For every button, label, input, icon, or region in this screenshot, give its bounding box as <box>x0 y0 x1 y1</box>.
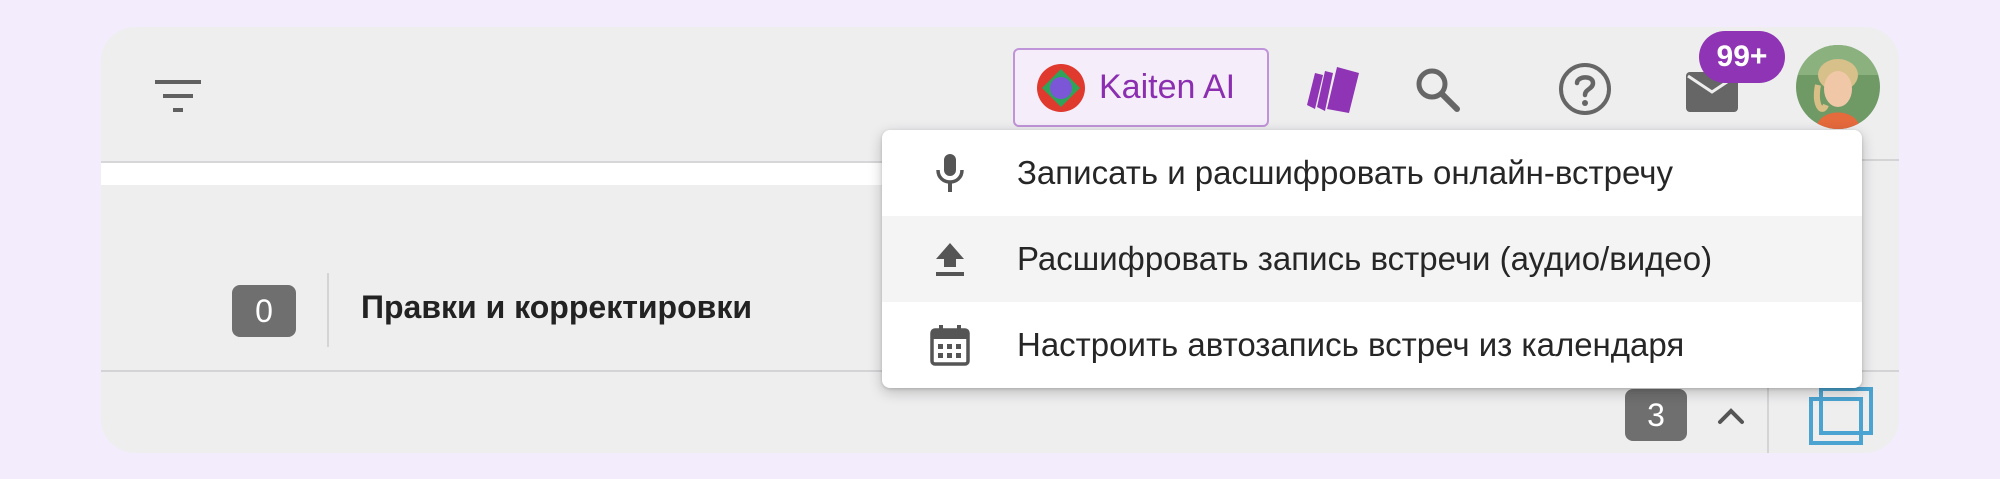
menu-item-label: Настроить автозапись встреч из календаря <box>1017 326 1685 363</box>
footer-divider <box>1767 387 1769 453</box>
divider <box>1861 159 1899 161</box>
search-icon <box>1416 68 1460 112</box>
stack-view-button[interactable] <box>1807 387 1877 453</box>
menu-item-transcribe-recording[interactable]: Расшифровать запись встречи (аудио/видео… <box>882 216 1862 302</box>
kaiten-ai-menu: Записать и расшифровать онлайн-встречу Р… <box>882 130 1862 388</box>
chevron-up-icon <box>1718 408 1744 424</box>
microphone-icon <box>928 151 972 195</box>
card-count-badge: 0 <box>232 285 296 337</box>
collapse-button[interactable] <box>1706 391 1756 441</box>
help-button[interactable] <box>1556 60 1614 118</box>
column-title[interactable]: Правки и корректировки <box>361 289 752 326</box>
search-button[interactable] <box>1409 61 1465 117</box>
kaiten-ai-logo-icon <box>1037 63 1085 112</box>
avatar-photo <box>1796 45 1880 129</box>
notifications-count-badge: 99+ <box>1699 31 1785 83</box>
menu-item-calendar-autorecord[interactable]: Настроить автозапись встреч из календаря <box>882 302 1862 388</box>
cards-stack-icon <box>1307 67 1359 113</box>
user-avatar[interactable] <box>1796 45 1880 129</box>
kaiten-ai-button[interactable]: Kaiten AI <box>1013 48 1269 127</box>
menu-item-label: Записать и расшифровать онлайн-встречу <box>1017 154 1673 191</box>
calendar-icon <box>928 323 972 367</box>
help-icon <box>1559 63 1611 115</box>
filter-button[interactable] <box>148 71 208 121</box>
menu-item-record-meeting[interactable]: Записать и расшифровать онлайн-встречу <box>882 130 1862 216</box>
menu-item-label: Расшифровать запись встречи (аудио/видео… <box>1017 240 1713 277</box>
upload-icon <box>928 237 972 281</box>
kaiten-ai-label: Kaiten AI <box>1099 68 1236 106</box>
stack-icon <box>1809 387 1873 445</box>
cards-button[interactable] <box>1301 59 1365 117</box>
filter-icon <box>155 80 201 112</box>
footer-count-badge: 3 <box>1625 389 1687 441</box>
column-divider <box>327 273 329 347</box>
